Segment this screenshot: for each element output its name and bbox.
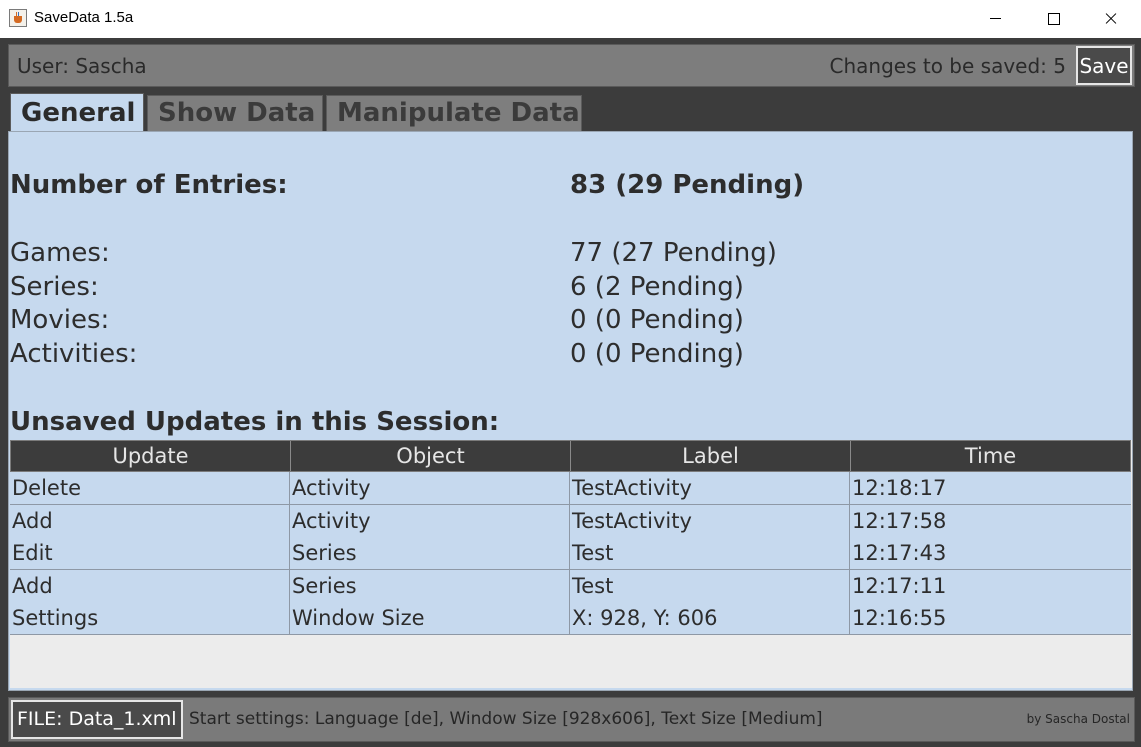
cell-label: X: 928, Y: 606 (570, 602, 850, 634)
maximize-icon[interactable] (1024, 0, 1082, 38)
java-app-icon (9, 9, 27, 27)
table-row[interactable]: Settings Window Size X: 928, Y: 606 12:1… (10, 602, 1131, 635)
tab-show-data[interactable]: Show Data (147, 95, 323, 131)
user-label: User: Sascha (17, 54, 147, 78)
status-bar: FILE: Data_1.xml Start settings: Languag… (8, 697, 1135, 742)
column-header-time[interactable]: Time (851, 441, 1130, 471)
cell-object: Series (290, 570, 570, 602)
top-bar: User: Sascha Changes to be saved: 5 Save (8, 44, 1135, 87)
cell-label: TestActivity (570, 505, 850, 537)
file-button[interactable]: FILE: Data_1.xml (11, 700, 183, 739)
movies-label: Movies: (10, 305, 110, 335)
window-titlebar: SaveData 1.5a (0, 0, 1141, 38)
updates-table: Update Object Label Time Delete Activity… (10, 440, 1132, 688)
window-title: SaveData 1.5a (34, 9, 134, 26)
close-icon[interactable] (1082, 0, 1140, 38)
activities-value: 0 (0 Pending) (570, 339, 744, 369)
cell-object: Activity (290, 472, 570, 504)
table-row[interactable]: Add Activity TestActivity 12:17:58 (10, 505, 1131, 538)
table-header: Update Object Label Time (10, 440, 1131, 472)
general-panel: Number of Entries: 83 (29 Pending) Games… (8, 131, 1133, 691)
movies-value: 0 (0 Pending) (570, 305, 744, 335)
cell-object: Window Size (290, 602, 570, 634)
column-header-object[interactable]: Object (291, 441, 571, 471)
updates-heading: Unsaved Updates in this Session: (10, 407, 500, 437)
cell-time: 12:17:58 (852, 509, 947, 533)
cell-update: Add (10, 570, 290, 602)
cell-time: 12:17:11 (852, 574, 947, 598)
cell-update: Delete (10, 472, 290, 504)
entries-value: 83 (29 Pending) (570, 170, 805, 200)
cell-object: Activity (290, 505, 570, 537)
cell-object: Series (290, 537, 570, 569)
cell-update: Settings (10, 602, 290, 634)
changes-count-label: Changes to be saved: 5 (829, 54, 1066, 78)
cell-update: Add (10, 505, 290, 537)
author-credit: by Sascha Dostal (1026, 712, 1130, 726)
entries-label: Number of Entries: (10, 170, 288, 200)
save-button[interactable]: Save (1076, 46, 1132, 85)
cell-label: Test (570, 570, 850, 602)
tab-general[interactable]: General (10, 93, 144, 131)
start-settings-label: Start settings: Language [de], Window Si… (189, 709, 823, 729)
activities-label: Activities: (10, 339, 138, 369)
cell-label: Test (570, 537, 850, 569)
series-value: 6 (2 Pending) (570, 272, 744, 302)
table-row[interactable]: Delete Activity TestActivity 12:18:17 (10, 472, 1131, 505)
cell-time: 12:16:55 (852, 606, 947, 630)
tab-manipulate-data[interactable]: Manipulate Data (326, 95, 582, 131)
column-header-update[interactable]: Update (11, 441, 291, 471)
column-header-label[interactable]: Label (571, 441, 851, 471)
minimize-icon[interactable] (966, 0, 1024, 38)
cell-update: Edit (10, 537, 290, 569)
games-label: Games: (10, 238, 110, 268)
cell-time: 12:18:17 (852, 476, 947, 500)
table-row[interactable]: Edit Series Test 12:17:43 (10, 537, 1131, 570)
games-value: 77 (27 Pending) (570, 238, 777, 268)
table-row[interactable]: Add Series Test 12:17:11 (10, 570, 1131, 603)
cell-label: TestActivity (570, 472, 850, 504)
series-label: Series: (10, 272, 99, 302)
cell-time: 12:17:43 (852, 541, 947, 565)
